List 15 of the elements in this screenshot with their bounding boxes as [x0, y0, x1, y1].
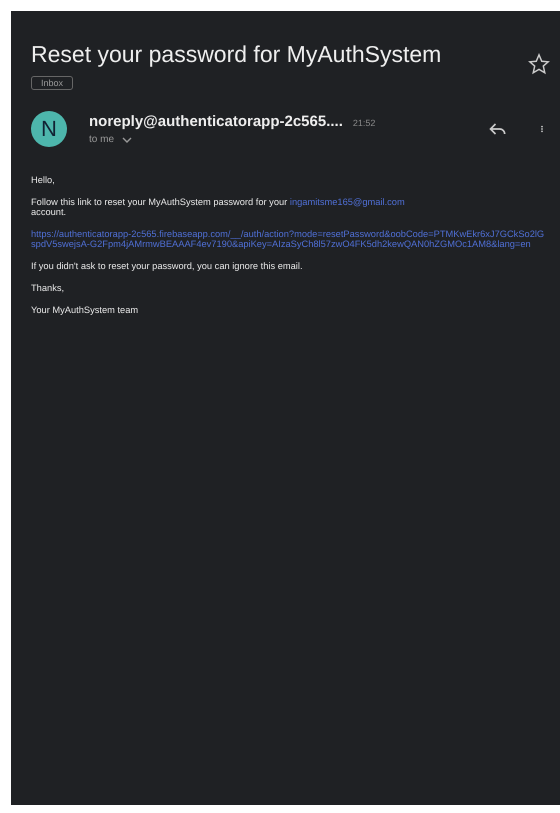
reset-link[interactable]: https://authenticatorapp-2c565.firebaseapp.com/__/auth/action?mode=resetPassword&oobCode=PTMKwEkr6xJ7GCkSo2lGspdV5swejsA-G2Fpm4jAMrmwBEAAAF4ev7190&apiKey=AIzaSyCh8l57zwO4FK5dh2kewQAN0hZGMOc1AM8&lang=en [31, 229, 548, 249]
inbox-label[interactable]: Inbox [31, 76, 74, 90]
email-time: 21:52 [352, 118, 376, 128]
ignore-text: If you didn't ask to reset your password, you can ignore this email. [31, 261, 304, 271]
intro-paragraph: Follow this link to reset your MyAuthSystem password for your ingamitsme165@gmail.com account. [31, 197, 406, 217]
sender-avatar: N [31, 111, 67, 147]
email-link[interactable]: ingamitsme165@gmail.com [290, 197, 405, 207]
greeting-text: Hello, [31, 175, 56, 185]
thanks-text: Thanks, [31, 283, 66, 293]
sender-name: noreply@authenticatorapp-2c565.... [89, 113, 343, 130]
signature-text: Your MyAuthSystem team [31, 305, 140, 315]
email-subject: Reset your password for MyAuthSystem [31, 41, 442, 68]
chevron-down-icon[interactable] [122, 136, 132, 142]
star-icon[interactable] [528, 53, 550, 75]
recipient-text: to me [89, 134, 114, 145]
